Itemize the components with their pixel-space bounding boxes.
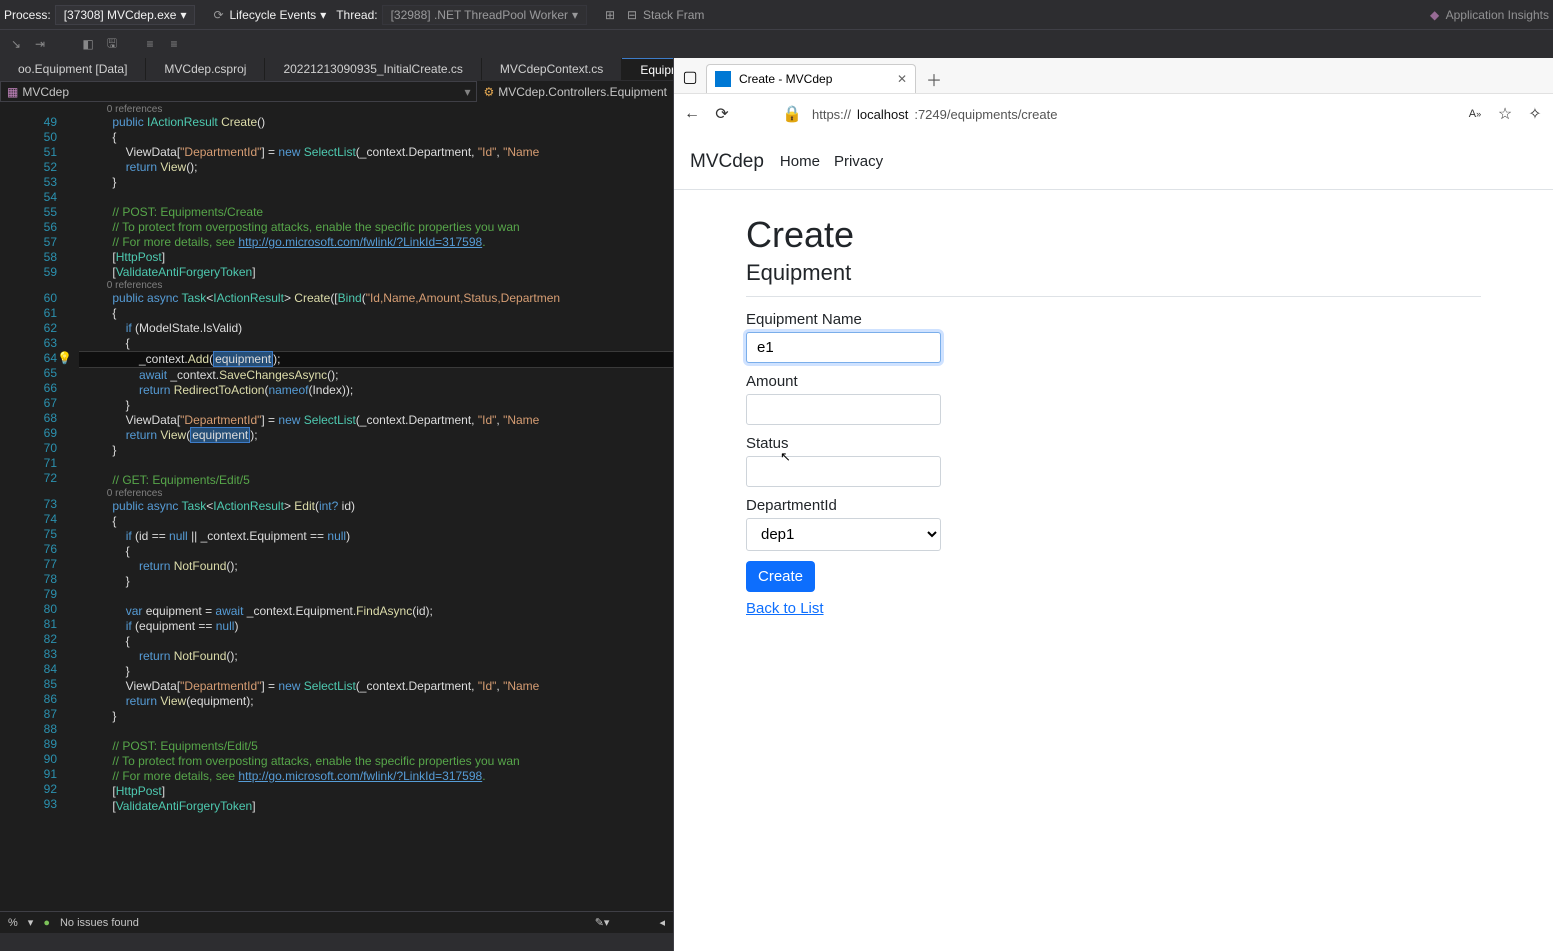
editor-status-bar: % ▾ ● No issues found ✎▾ ◂	[0, 911, 673, 933]
app-insights-label: Application Insights	[1446, 8, 1549, 22]
divider	[746, 296, 1481, 297]
toolbar-icon[interactable]: ⊟	[624, 7, 640, 23]
brand[interactable]: MVCdep	[690, 151, 764, 173]
debug-toolbar: Process: [37308] MVCdep.exe▾ ⟳ Lifecycle…	[0, 0, 1553, 30]
process-dropdown[interactable]: [37308] MVCdep.exe▾	[55, 5, 196, 25]
nav-home[interactable]: Home	[780, 153, 820, 170]
process-value: [37308] MVCdep.exe	[64, 8, 177, 22]
toolbar-icon[interactable]: ✎▾	[595, 916, 610, 929]
tab-title: Create - MVCdep	[739, 72, 832, 86]
code-area[interactable]: 49505152535455565758596061626364 💡656667…	[0, 102, 673, 911]
toolbar-icon[interactable]: ↘	[7, 35, 25, 53]
stackframe-label: Stack Fram	[643, 8, 704, 22]
fold-gutter	[65, 102, 79, 911]
nav-privacy[interactable]: Privacy	[834, 153, 883, 170]
lifecycle-label: Lifecycle Events	[229, 8, 316, 22]
percent-icon: %	[8, 917, 18, 929]
label-amount: Amount	[746, 373, 1481, 390]
editor-tab[interactable]: MVCdepContext.cs	[482, 58, 622, 80]
department-select[interactable]: dep1	[746, 518, 941, 551]
project-icon: ▦	[7, 85, 18, 99]
process-label: Process:	[4, 8, 51, 22]
page-content: MVCdep Home Privacy Create Equipment Equ…	[674, 134, 1553, 642]
toolbar-icon[interactable]: ≡	[165, 35, 183, 53]
lifecycle-icon[interactable]: ⟳	[210, 7, 226, 23]
toolbar-icon[interactable]: ◂	[659, 916, 665, 929]
code-content[interactable]: 0 references public IActionResult Create…	[79, 102, 673, 911]
class-icon: ⚙	[483, 85, 494, 99]
thread-value: [32988] .NET ThreadPool Worker	[391, 8, 568, 22]
amount-input[interactable]	[746, 394, 941, 425]
chevron-down-icon[interactable]: ▾	[28, 916, 34, 929]
label-equipment-name: Equipment Name	[746, 311, 1481, 328]
refresh-button[interactable]: ⟳	[712, 104, 732, 124]
toolbar-icon[interactable]: ◧	[79, 35, 97, 53]
create-button[interactable]: Create	[746, 561, 815, 592]
breadcrumb-project[interactable]: ▦ MVCdep ▾	[0, 81, 477, 102]
page-subtitle: Equipment	[746, 260, 1481, 286]
browser-nav-bar: ← ⟳ 🔒 https://localhost:7249/equipments/…	[674, 94, 1553, 134]
browser-tab-strip: ▢ Create - MVCdep ✕ ＋	[674, 58, 1553, 94]
back-button[interactable]: ←	[682, 104, 702, 124]
debug-toolbar-2: ↘ ⇥ ◧ 🖫 ≡ ≡	[0, 30, 1553, 58]
toolbar-icon[interactable]: ⇥	[31, 35, 49, 53]
editor-tab[interactable]: 20221213090935_InitialCreate.cs	[265, 58, 481, 80]
breadcrumb-class[interactable]: ⚙ MVCdep.Controllers.Equipment	[477, 81, 673, 102]
editor-tab[interactable]: MVCdep.csproj	[146, 58, 265, 80]
ok-icon: ●	[43, 917, 50, 929]
label-status: Status	[746, 435, 1481, 452]
collections-icon[interactable]: ✧	[1525, 104, 1545, 124]
back-to-list-link[interactable]: Back to List	[746, 600, 824, 617]
label-department: DepartmentId	[746, 497, 1481, 514]
chevron-down-icon: ▾	[572, 8, 578, 22]
thread-label: Thread:	[336, 8, 377, 22]
page-title: Create	[746, 214, 1481, 256]
chevron-down-icon[interactable]: ▾	[320, 8, 326, 22]
toolbar-icon[interactable]: ≡	[141, 35, 159, 53]
site-navbar: MVCdep Home Privacy	[674, 134, 1553, 190]
toolbar-icon[interactable]: 🖫	[103, 35, 121, 53]
close-icon[interactable]: ✕	[897, 72, 907, 86]
editor-tab[interactable]: oo.Equipment [Data]	[0, 58, 146, 80]
editor-tabs: oo.Equipment [Data] MVCdep.csproj 202212…	[0, 58, 673, 80]
app-insights-icon[interactable]: ◆	[1427, 7, 1443, 23]
equipment-name-input[interactable]	[746, 332, 941, 363]
chevron-down-icon: ▾	[180, 8, 186, 22]
no-issues-label: No issues found	[60, 917, 139, 929]
editor-breadcrumbs: ▦ MVCdep ▾ ⚙ MVCdep.Controllers.Equipmen…	[0, 80, 673, 102]
address-bar[interactable]: https://localhost:7249/equipments/create	[812, 107, 1455, 122]
tab-actions-icon[interactable]: ▢	[678, 65, 702, 89]
lock-icon[interactable]: 🔒	[782, 104, 802, 124]
code-editor-pane: oo.Equipment [Data] MVCdep.csproj 202212…	[0, 58, 673, 951]
favorite-icon[interactable]: ☆	[1495, 104, 1515, 124]
browser-window: ▢ Create - MVCdep ✕ ＋ ← ⟳ 🔒 https://loca…	[673, 58, 1553, 951]
thread-dropdown[interactable]: [32988] .NET ThreadPool Worker ▾	[382, 5, 587, 25]
chevron-down-icon: ▾	[464, 85, 470, 99]
status-input[interactable]	[746, 456, 941, 487]
toolbar-icon[interactable]: ⊞	[602, 7, 618, 23]
new-tab-button[interactable]: ＋	[920, 65, 948, 93]
favicon-icon	[715, 71, 731, 87]
browser-tab[interactable]: Create - MVCdep ✕	[706, 64, 916, 93]
bottom-strip	[0, 933, 673, 951]
cursor-icon: ↖	[780, 449, 791, 465]
line-number-gutter: 49505152535455565758596061626364 💡656667…	[0, 102, 65, 911]
read-aloud-icon[interactable]: A»	[1465, 104, 1485, 124]
